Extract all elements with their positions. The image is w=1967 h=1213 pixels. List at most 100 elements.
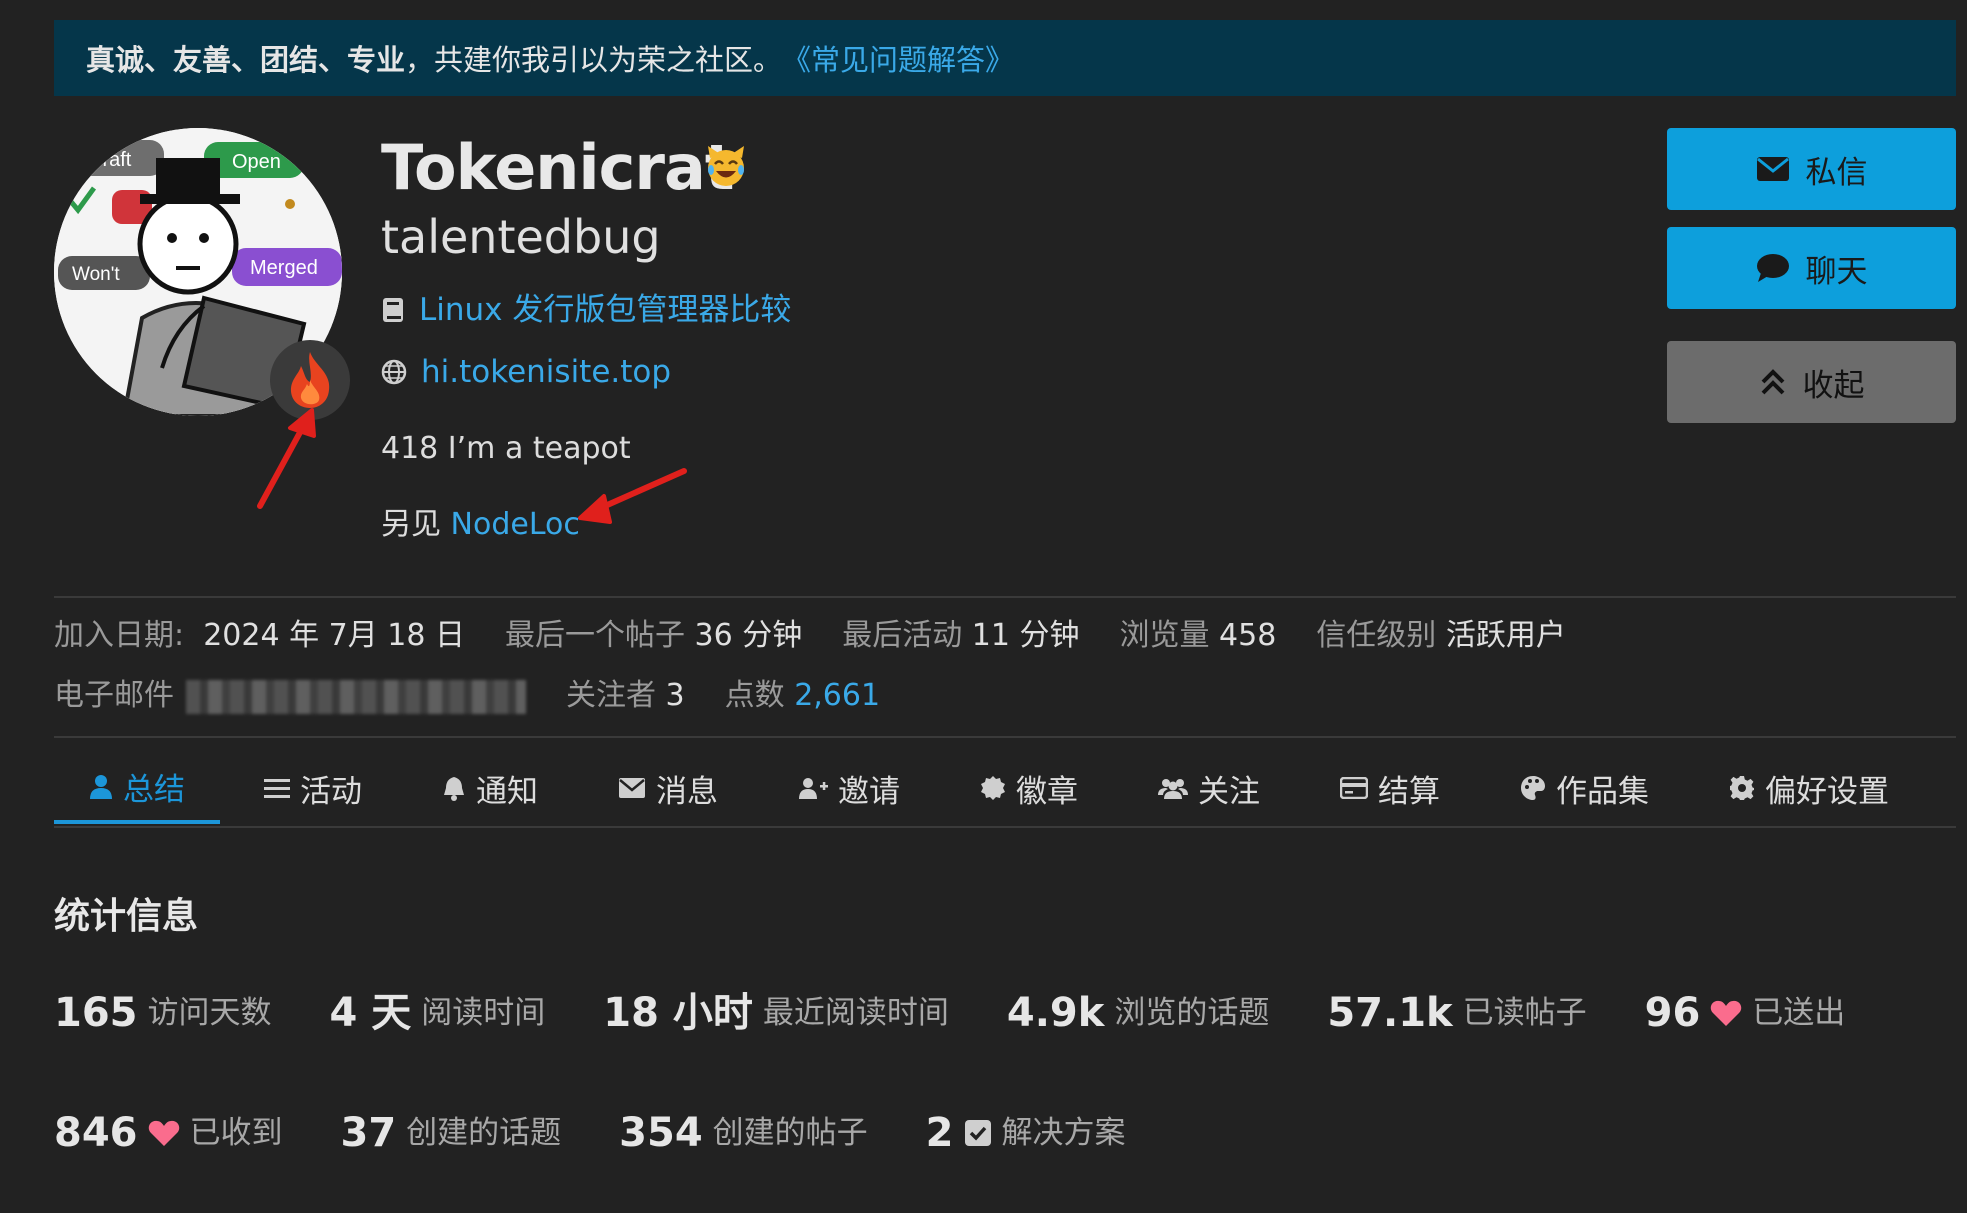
joined-label: 加入日期: <box>54 618 185 653</box>
tab-preferences[interactable]: 偏好设置 <box>1729 752 1889 824</box>
status-emoji <box>704 144 748 192</box>
tab-follow[interactable]: 关注 <box>1158 752 1260 824</box>
tab-notifications[interactable]: 通知 <box>442 752 538 824</box>
stat-number: 354 <box>619 1110 703 1156</box>
stat-posts-created: 354 创建的帖子 <box>619 1106 868 1160</box>
tab-badges[interactable]: 徽章 <box>980 752 1078 824</box>
stat-label: 最近阅读时间 <box>762 995 949 1031</box>
tab-summary[interactable]: 总结 <box>54 752 220 824</box>
bell-icon <box>442 775 466 801</box>
stat-solutions: 2 解决方案 <box>926 1106 1126 1160</box>
stat-days-visited: 165 访问天数 <box>54 986 272 1040</box>
stat-label: 创建的话题 <box>406 1115 562 1151</box>
tab-messages[interactable]: 消息 <box>618 752 718 824</box>
tab-label: 徽章 <box>1016 773 1078 810</box>
bio-prefix: 另见 <box>381 507 451 542</box>
annotation-arrow-link <box>593 468 687 513</box>
tab-label: 结算 <box>1378 773 1440 810</box>
envelope-icon <box>1756 156 1790 182</box>
double-chevron-up-icon <box>1759 368 1787 396</box>
stat-label: 已送出 <box>1752 995 1846 1031</box>
user-title-row: Linux 发行版包管理器比较 <box>381 288 791 332</box>
stat-label: 解决方案 <box>1001 1115 1126 1151</box>
tab-invites[interactable]: 邀请 <box>798 752 900 824</box>
points-value[interactable]: 2,661 <box>794 678 880 713</box>
stat-label: 访问天数 <box>147 995 272 1031</box>
divider <box>54 736 1956 738</box>
tab-label: 作品集 <box>1556 773 1649 810</box>
divider <box>54 596 1956 598</box>
banner-plain-text: ，共建你我引以为荣之社区。 <box>405 43 783 77</box>
tab-portfolio[interactable]: 作品集 <box>1520 752 1649 824</box>
user-meta-row-1: 加入日期: 2024 年 7月 18 日 最后一个帖子 36 分钟 最后活动 1… <box>54 614 1606 658</box>
stat-number: 4.9k <box>1006 990 1105 1036</box>
stat-label: 浏览的话题 <box>1114 995 1270 1031</box>
user-plus-icon <box>798 776 828 800</box>
tab-activity[interactable]: 活动 <box>264 752 362 824</box>
chat-button-label: 聊天 <box>1805 253 1868 290</box>
views-value: 458 <box>1219 618 1277 653</box>
stat-likes-received: 846 已收到 <box>54 1106 283 1160</box>
joined-value: 2024 年 7月 18 日 <box>203 618 465 653</box>
users-icon <box>1158 777 1188 799</box>
bio-line-1: 418 I’m a teapot <box>381 431 631 466</box>
stat-topics-viewed: 4.9k 浏览的话题 <box>1007 986 1269 1040</box>
email-value-redacted <box>186 679 526 714</box>
nodeloc-link[interactable]: NodeLoc <box>451 507 580 542</box>
message-button[interactable]: 私信 <box>1667 128 1956 210</box>
tab-label: 邀请 <box>838 773 900 810</box>
stat-read-time: 4 天阅读时间 <box>330 986 546 1040</box>
stat-number: 165 <box>54 990 138 1036</box>
globe-icon <box>381 359 407 385</box>
gear-icon <box>1729 775 1755 801</box>
credit-card-icon <box>1340 777 1368 799</box>
points-label: 点数 <box>724 678 785 713</box>
stat-number: 4 天 <box>329 990 412 1036</box>
last-post-value[interactable]: 36 分钟 <box>695 618 803 653</box>
tab-label: 总结 <box>123 771 185 808</box>
stats-row-2: 846 已收到 37 创建的话题 354 创建的帖子 2 解决方案 <box>54 1106 1184 1160</box>
website-row: hi.tokenisite.top <box>381 350 671 394</box>
tab-label: 关注 <box>1198 773 1260 810</box>
stat-label: 已读帖子 <box>1462 995 1587 1031</box>
tab-billing[interactable]: 结算 <box>1340 752 1440 824</box>
stat-label: 阅读时间 <box>421 995 546 1031</box>
stat-number: 2 <box>925 1110 954 1156</box>
trust-level-value[interactable]: 活跃用户 <box>1446 618 1566 653</box>
user-meta-row-2: 电子邮件 关注者 3 点数 2,661 <box>54 674 920 718</box>
badge-icon <box>980 775 1006 801</box>
stat-number: 18 小时 <box>603 990 753 1036</box>
bio-line-2: 另见 NodeLoc <box>381 503 580 547</box>
tag-open: Open <box>232 151 281 173</box>
nav-divider <box>54 826 1956 828</box>
stat-label: 已收到 <box>189 1115 283 1151</box>
announcement-banner: 真诚、友善、团结、专业 ，共建你我引以为荣之社区。 《常见问题解答》 <box>54 20 1956 96</box>
email-label: 电子邮件 <box>54 678 174 713</box>
stat-label: 创建的帖子 <box>712 1115 868 1151</box>
profile-nav: 总结 活动 通知 消息 邀请 徽章 关注 结算 作品集 偏好设置 <box>54 752 1889 824</box>
collapse-button-label: 收起 <box>1802 367 1865 404</box>
tab-label: 通知 <box>476 773 538 810</box>
tag-wont: Won't <box>72 264 120 285</box>
followers-label: 关注者 <box>566 678 656 713</box>
stat-topics-created: 37 创建的话题 <box>341 1106 562 1160</box>
stat-number: 57.1k <box>1327 990 1453 1036</box>
trust-level-label: 信任级别 <box>1316 618 1437 653</box>
laughing-cat-icon <box>708 146 744 186</box>
tab-label: 活动 <box>300 773 362 810</box>
stat-number: 96 <box>1644 990 1701 1036</box>
faq-link[interactable]: 《常见问题解答》 <box>782 37 1014 79</box>
tab-label: 偏好设置 <box>1765 773 1889 810</box>
stat-likes-given: 96 已送出 <box>1645 986 1846 1040</box>
last-active-value: 11 分钟 <box>971 618 1080 653</box>
chat-button[interactable]: 聊天 <box>1667 227 1956 309</box>
stat-posts-read: 57.1k 已读帖子 <box>1327 986 1586 1040</box>
full-name: talentedbug <box>381 210 661 264</box>
user-icon <box>89 773 113 799</box>
palette-icon <box>1520 775 1546 801</box>
website-link[interactable]: hi.tokenisite.top <box>421 350 671 394</box>
views-label: 浏览量 <box>1119 618 1210 653</box>
annotation-arrow-flair <box>257 422 307 509</box>
user-title-link[interactable]: Linux 发行版包管理器比较 <box>419 288 791 332</box>
collapse-button[interactable]: 收起 <box>1667 341 1956 423</box>
